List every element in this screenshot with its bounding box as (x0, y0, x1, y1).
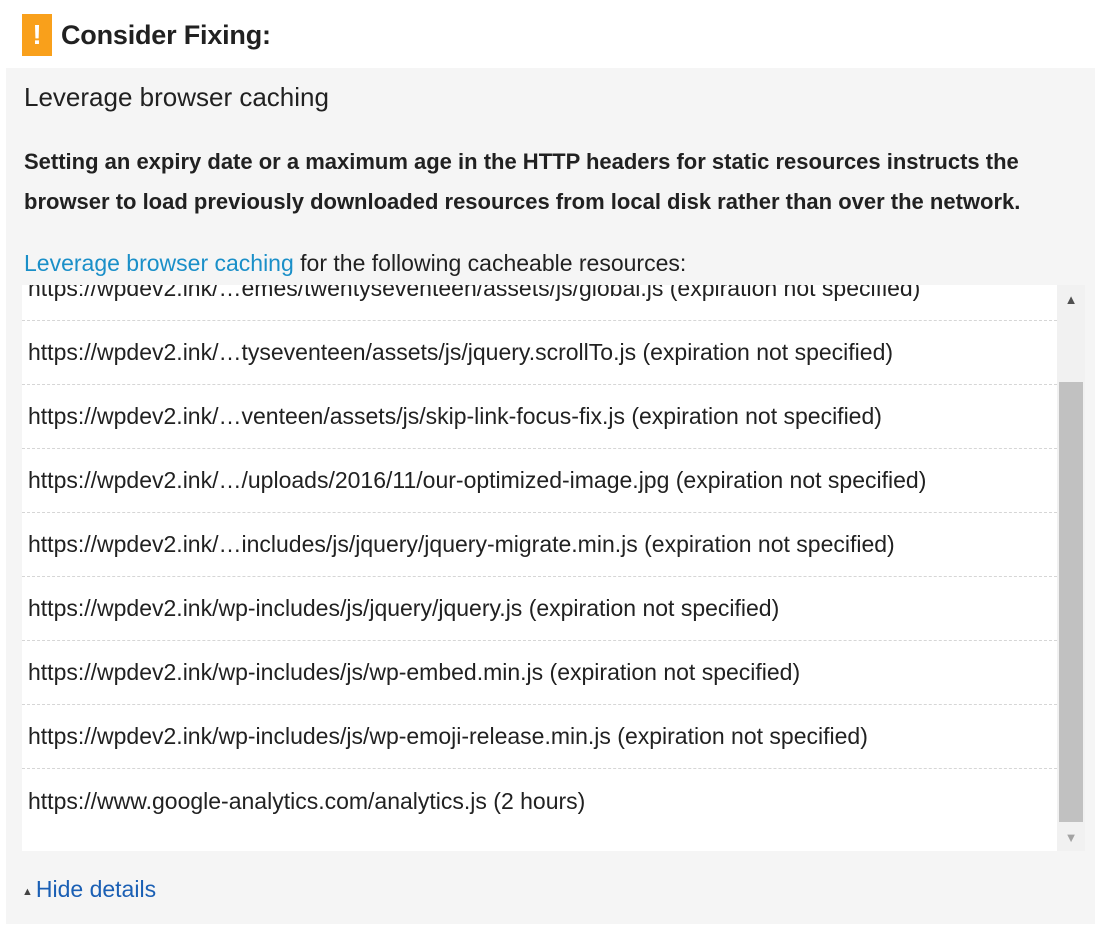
resource-row: https://wpdev2.ink/…tyseventeen/assets/j… (22, 321, 1057, 385)
warning-icon: ! (22, 14, 52, 56)
resource-list: https://wpdev2.ink/…emes/twentyseventeen… (22, 285, 1057, 833)
rule-panel: Leverage browser caching Setting an expi… (6, 68, 1095, 924)
scroll-down-arrow-icon[interactable]: ▼ (1057, 823, 1085, 851)
rule-description: Setting an expiry date or a maximum age … (24, 149, 1021, 214)
rule-title: Leverage browser caching (24, 82, 329, 112)
resource-row: https://wpdev2.ink/wp-includes/js/wp-emo… (22, 705, 1057, 769)
hide-details-link[interactable]: ▲ Hide details (22, 876, 156, 903)
resource-row: https://wpdev2.ink/…emes/twentyseventeen… (22, 285, 1057, 321)
resource-row: https://www.google-analytics.com/analyti… (28, 787, 586, 814)
resource-row: https://wpdev2.ink/…venteen/assets/js/sk… (22, 385, 1057, 449)
scrollbar[interactable]: ▲ ▼ (1057, 285, 1085, 851)
scrollbar-thumb[interactable] (1059, 382, 1083, 822)
resource-row: https://wpdev2.ink/…/uploads/2016/11/our… (22, 449, 1057, 513)
intro-text: for the following cacheable resources: (293, 250, 687, 276)
hide-details-label: Hide details (35, 876, 157, 902)
collapse-triangle-icon: ▲ (22, 885, 33, 898)
resource-list-box[interactable]: https://wpdev2.ink/…emes/twentyseventeen… (22, 285, 1057, 851)
resource-row: https://wpdev2.ink/…includes/js/jquery/j… (22, 513, 1057, 577)
resource-row: https://wpdev2.ink/wp-includes/js/jquery… (22, 577, 1057, 641)
consider-fixing-header: ! Consider Fixing: (22, 14, 271, 56)
rule-intro: Leverage browser caching for the followi… (24, 250, 686, 277)
resource-row: https://wpdev2.ink/wp-includes/js/wp-emb… (22, 641, 1057, 705)
leverage-caching-link[interactable]: Leverage browser caching (24, 250, 294, 276)
scroll-up-arrow-icon[interactable]: ▲ (1057, 285, 1085, 313)
section-title: Consider Fixing: (61, 19, 271, 50)
